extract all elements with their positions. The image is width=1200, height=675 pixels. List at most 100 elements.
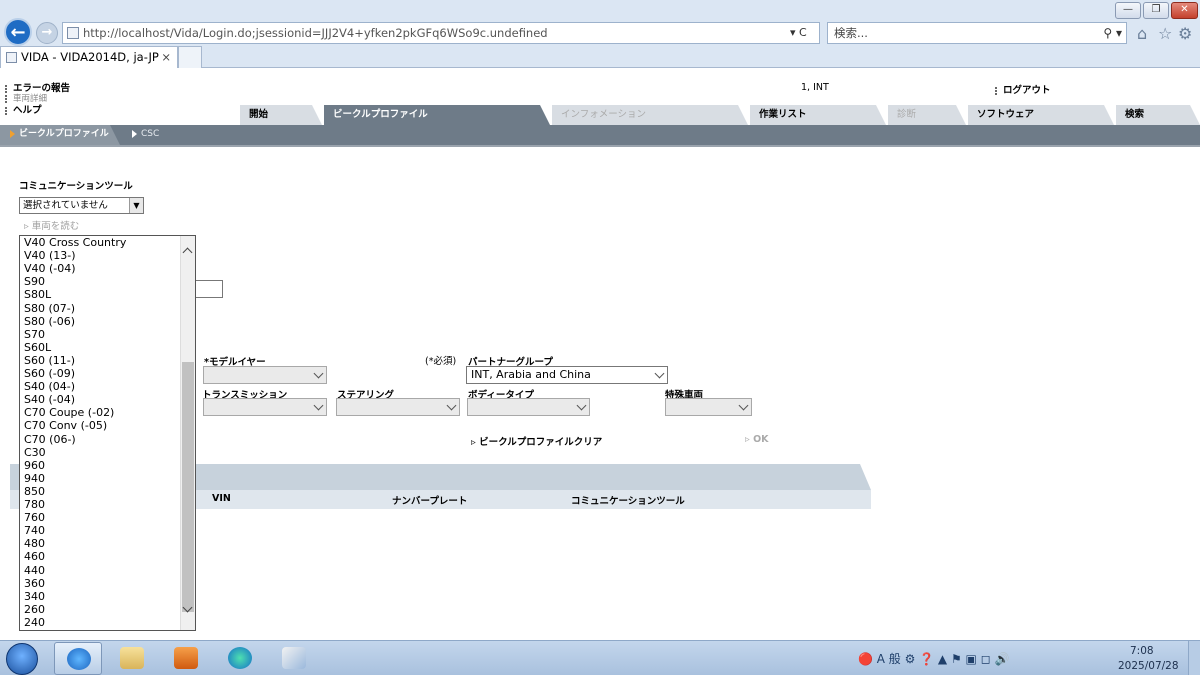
model-option[interactable]: 850 <box>24 485 45 498</box>
vin-input[interactable] <box>193 280 223 298</box>
forward-button[interactable]: → <box>36 22 58 44</box>
transmission-select[interactable] <box>203 398 327 416</box>
model-option[interactable]: S70 <box>24 328 45 341</box>
model-option[interactable]: V40 (13-) <box>24 249 76 262</box>
system-tray-icons[interactable]: 🔴 A 般 ⚙ ❓ ▲ ⚑ ▣ ◻ 🔊 <box>858 650 1009 667</box>
model-option[interactable]: S60 (-09) <box>24 367 75 380</box>
model-option[interactable]: 740 <box>24 524 45 537</box>
windows-taskbar: 🔴 A 般 ⚙ ❓ ▲ ⚑ ▣ ◻ 🔊 7:08 2025/07/28 <box>0 640 1200 675</box>
col-comm-tool[interactable]: コミュニケーションツール <box>571 493 685 507</box>
paint-icon <box>282 647 306 669</box>
model-option[interactable]: 760 <box>24 511 45 524</box>
restore-button[interactable]: ❐ <box>1143 2 1169 19</box>
clock-date[interactable]: 2025/07/28 <box>1118 660 1179 672</box>
model-option[interactable]: S40 (-04) <box>24 393 75 406</box>
comm-tool-select[interactable]: 選択されていません ▼ <box>19 197 144 214</box>
model-option[interactable]: 940 <box>24 472 45 485</box>
scrollbar-thumb[interactable] <box>182 362 194 612</box>
tab-vehicle-profile[interactable]: ビークルプロファイル <box>324 105 550 125</box>
arrow-icon <box>132 129 137 138</box>
tab-search[interactable]: 検索 <box>1116 105 1200 125</box>
col-license-plate[interactable]: ナンバープレート <box>392 493 467 507</box>
model-year-select[interactable] <box>203 366 327 384</box>
browser-tab[interactable]: VIDA - VIDA2014D, ja-JP × <box>0 46 178 68</box>
partner-group-select[interactable]: INT, Arabia and China <box>466 366 668 384</box>
folder-icon <box>120 647 144 669</box>
taskbar-media[interactable] <box>162 642 210 675</box>
subtab-vehicle-profile[interactable]: ビークルプロファイル <box>0 125 120 145</box>
model-option[interactable]: C70 (06-) <box>24 433 76 446</box>
help-link[interactable]: ヘルプ <box>5 102 42 116</box>
user-info: 1, INT <box>801 82 829 93</box>
new-tab-button[interactable] <box>178 46 202 68</box>
special-vehicle-select[interactable] <box>665 398 752 416</box>
model-option[interactable]: 960 <box>24 459 45 472</box>
chevron-down-icon[interactable]: ▼ <box>129 198 143 213</box>
address-refresh-icon[interactable]: ▾ C <box>790 22 807 44</box>
model-option[interactable]: S90 <box>24 275 45 288</box>
col-vin[interactable]: VIN <box>212 493 231 504</box>
close-window-button[interactable]: ✕ <box>1171 2 1198 19</box>
model-option[interactable]: 460 <box>24 550 45 563</box>
tab-favicon-icon <box>6 52 17 63</box>
address-url: http://localhost/Vida/Login.do;jsessioni… <box>83 26 548 40</box>
model-option[interactable]: S80L <box>24 288 51 301</box>
chevron-down-icon <box>738 400 749 411</box>
scroll-up-icon[interactable] <box>182 247 193 258</box>
dropdown-scrollbar[interactable] <box>180 236 195 630</box>
clock-time[interactable]: 7:08 <box>1130 645 1154 657</box>
model-option[interactable]: V40 (-04) <box>24 262 76 275</box>
media-player-icon <box>174 647 198 669</box>
model-option[interactable]: 260 <box>24 603 45 616</box>
subtab-csc[interactable]: CSC <box>128 125 159 145</box>
home-icon[interactable]: ⌂ <box>1137 24 1147 43</box>
model-option[interactable]: S80 (-06) <box>24 315 75 328</box>
model-option[interactable]: S80 (07-) <box>24 302 75 315</box>
chevron-down-icon <box>313 368 324 379</box>
steering-select[interactable] <box>336 398 460 416</box>
clear-profile-link[interactable]: ▹ ビークルプロファイルクリア <box>471 434 602 448</box>
search-icon[interactable]: ⚲ ▾ <box>1103 23 1122 43</box>
model-option[interactable]: V40 Cross Country <box>24 236 126 249</box>
search-input[interactable]: 検索... ⚲ ▾ <box>827 22 1127 44</box>
taskbar-edge[interactable] <box>216 642 264 675</box>
taskbar-explorer[interactable] <box>108 642 156 675</box>
model-option[interactable]: C30 <box>24 446 46 459</box>
model-option[interactable]: 480 <box>24 537 45 550</box>
ok-button: ▹ OK <box>745 434 769 445</box>
show-desktop-button[interactable] <box>1188 641 1200 675</box>
tab-start[interactable]: 開始 <box>240 105 322 125</box>
tab-worklist[interactable]: 作業リスト <box>750 105 886 125</box>
tab-software[interactable]: ソフトウェア <box>968 105 1114 125</box>
gear-icon[interactable]: ⚙ <box>1178 24 1192 43</box>
required-note: (*必須) <box>425 356 457 367</box>
back-button[interactable]: ← <box>4 18 32 46</box>
model-dropdown-list[interactable]: V40 Cross Country V40 (13-) V40 (-04) S90 S8… <box>19 235 196 631</box>
tab-close-icon[interactable]: × <box>161 47 171 67</box>
logout-link[interactable]: ログアウト <box>995 82 1051 96</box>
model-option[interactable]: S40 (04-) <box>24 380 75 393</box>
model-option[interactable]: 360 <box>24 577 45 590</box>
taskbar-paint[interactable] <box>270 642 318 675</box>
tab-diagnostics: 診断 <box>888 105 966 125</box>
model-option[interactable]: 240 <box>24 616 45 629</box>
edge-icon <box>228 647 252 669</box>
favorites-star-icon[interactable]: ☆ <box>1158 24 1172 43</box>
chevron-down-icon <box>654 368 665 379</box>
address-bar[interactable]: http://localhost/Vida/Login.do;jsessioni… <box>62 22 820 44</box>
model-option[interactable]: C70 Coupe (-02) <box>24 406 114 419</box>
model-option[interactable]: S60L <box>24 341 51 354</box>
model-option[interactable]: 440 <box>24 564 45 577</box>
start-button[interactable] <box>6 643 38 675</box>
sub-navigation: ビークルプロファイル CSC <box>0 125 1200 145</box>
model-option[interactable]: S60 (11-) <box>24 354 75 367</box>
page-icon <box>67 27 79 39</box>
chevron-down-icon <box>576 400 587 411</box>
model-option[interactable]: C70 Conv (-05) <box>24 419 107 432</box>
model-option[interactable]: 340 <box>24 590 45 603</box>
model-option[interactable]: 780 <box>24 498 45 511</box>
body-type-select[interactable] <box>467 398 590 416</box>
minimize-button[interactable]: — <box>1115 2 1141 19</box>
arrow-icon <box>10 129 15 138</box>
taskbar-ie[interactable] <box>54 642 102 675</box>
